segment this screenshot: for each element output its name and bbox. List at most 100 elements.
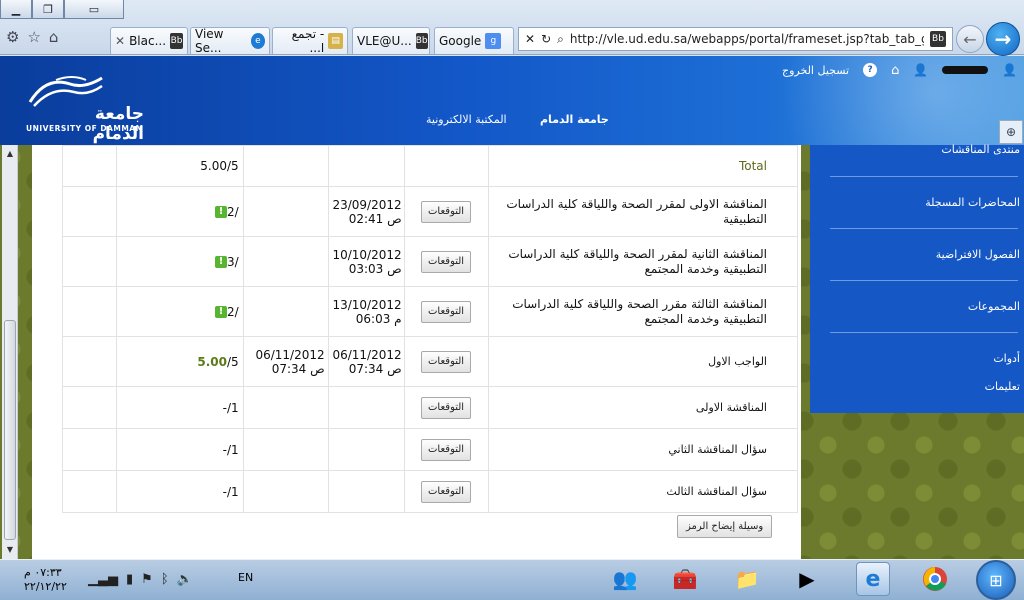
scrollbar-thumb[interactable] — [4, 320, 16, 540]
sidebar-item-recorded-lectures[interactable]: المحاضرات المسجلة — [925, 196, 1020, 209]
course-sidebar — [810, 145, 1024, 413]
file-explorer-icon[interactable]: 📁 — [730, 562, 764, 596]
user-avatar-icon[interactable]: 👤 — [913, 63, 928, 77]
system-tray: ▁▃▅ ▮ ⚑ ᛒ 🔈 — [88, 572, 193, 587]
table-row: -/1 التوقعات سؤال المناقشة الثاني — [62, 428, 799, 471]
scroll-down-icon[interactable]: ▼ — [5, 545, 15, 554]
start-button[interactable]: ⊞ — [976, 560, 1016, 600]
browser-command-icons: ⚙ ☆ ⌂ — [6, 28, 58, 46]
restore-icon[interactable]: ❐ — [32, 0, 64, 19]
grade-item-link[interactable]: المناقشة الاولى لمقرر الصحة واللياقة كلي… — [487, 186, 799, 237]
tab-label: VLE@U... — [357, 34, 412, 48]
tab-label: View Se... — [195, 27, 224, 55]
google-icon: g — [485, 33, 502, 49]
close-icon[interactable]: ▭ — [64, 0, 124, 19]
table-row: ! 2/ 13/10/2012 06:03 م التوقعات المناقشة … — [62, 286, 799, 337]
grade-item-link[interactable]: المناقشة الثالثة مقرر الصحة واللياقة كلي… — [487, 286, 799, 337]
vertical-scrollbar[interactable]: ▲ ▼ — [2, 145, 18, 559]
home-icon[interactable]: ⌂ — [49, 28, 59, 46]
minimize-icon[interactable]: ▁ — [0, 0, 32, 19]
battery-icon[interactable]: ▮ — [126, 572, 133, 587]
refresh-icon[interactable]: ↻ — [541, 32, 551, 46]
volume-icon[interactable]: 🔈 — [177, 572, 193, 587]
tab-label: Blac... — [129, 34, 167, 48]
expectations-button[interactable]: التوقعات — [421, 300, 472, 323]
table-row: -/1 التوقعات المناقشة الاولى — [62, 386, 799, 429]
tab-label: - تجمع ا... — [291, 27, 325, 55]
chrome-icon[interactable] — [918, 562, 952, 596]
table-row: -/1 التوقعات سؤال المناقشة الثالث — [62, 470, 799, 513]
browser-tab-4[interactable]: VLE@U... Bb — [352, 27, 430, 54]
help-icon[interactable]: ? — [863, 63, 878, 77]
stop-icon[interactable]: ✕ — [525, 32, 535, 46]
back-arrow-icon: ← — [963, 29, 977, 49]
browser-tab-1[interactable]: ✕ Blac... Bb — [110, 27, 188, 54]
toolbox-icon[interactable]: 🧰 — [668, 562, 702, 596]
search-icon[interactable]: ⌕ — [557, 32, 564, 47]
language-indicator[interactable]: EN — [238, 571, 253, 584]
logo-wave-icon — [28, 76, 103, 107]
activity-time: 06:03 م — [355, 311, 402, 326]
browser-tab-2[interactable]: View Se... e — [190, 27, 270, 55]
activity-time: 02:41 ص — [348, 211, 402, 226]
activity-date: 10/10/2012 — [332, 247, 402, 262]
browser-tab-3[interactable]: - تجمع ا... ▤ — [272, 27, 348, 55]
network-signal-icon[interactable]: ▁▃▅ — [88, 572, 118, 587]
home-icon[interactable]: ⌂ — [891, 63, 899, 78]
expectations-button[interactable]: التوقعات — [421, 438, 472, 461]
blackboard-icon: Bb — [930, 31, 946, 47]
nav-tab-university[interactable]: جامعة الدمام — [540, 113, 609, 126]
blackboard-icon: Bb — [415, 33, 428, 49]
submitted-time: 07:34 ص — [271, 361, 325, 376]
grade-score: 3/ — [226, 254, 239, 269]
table-row: ! 3/ 10/10/2012 03:03 ص التوقعات المناقشة … — [62, 236, 799, 287]
user-name[interactable] — [942, 66, 989, 74]
sidebar-item-tools[interactable]: أدوات — [993, 352, 1020, 365]
sidebar-divider — [830, 176, 1018, 177]
windows-logo-icon: ⊞ — [989, 570, 1003, 590]
top-user-menu: 👤 👤 ⌂ ? تسجيل الخروج — [782, 58, 1022, 82]
grade-item-link[interactable]: الواجب الاول — [487, 336, 799, 387]
action-center-flag-icon[interactable]: ⚑ — [141, 572, 153, 587]
close-tab-icon[interactable]: ✕ — [115, 34, 125, 48]
activity-date: 13/10/2012 — [332, 297, 402, 312]
address-url[interactable]: http://vle.ud.edu.sa/webapps/portal/fram… — [570, 32, 924, 46]
expectations-button[interactable]: التوقعات — [421, 250, 472, 273]
grade-score-max: /5 — [226, 354, 239, 369]
system-clock[interactable]: ٠٧:٣٣ م ٢٢/١٢/٢٢ — [24, 566, 76, 594]
expectations-button[interactable]: التوقعات — [421, 200, 472, 223]
sidebar-item-discussion-board[interactable]: منتدى المناقشات — [941, 143, 1020, 156]
internet-explorer-icon[interactable]: e — [856, 562, 890, 596]
sidebar-item-virtual-classes[interactable]: الفصول الافتراضية — [936, 248, 1020, 261]
grade-item-link[interactable]: سؤال المناقشة الثالث — [487, 470, 799, 513]
sidebar-item-groups[interactable]: المجموعات — [968, 300, 1020, 313]
bluetooth-icon[interactable]: ᛒ — [161, 572, 169, 587]
messenger-icon[interactable]: 👥 — [608, 562, 642, 596]
grade-item-link[interactable]: المناقشة الاولى — [487, 386, 799, 429]
sidebar-item-help[interactable]: تعليمات — [985, 380, 1020, 393]
icon-legend-button[interactable]: وسيلة إيضاح الرمز — [677, 515, 773, 538]
forward-button[interactable]: → — [986, 22, 1020, 56]
grade-item-link[interactable]: المناقشة الثانية لمقرر الصحة واللياقة كل… — [487, 236, 799, 287]
clock-date: ٢٢/١٢/٢٢ — [24, 580, 67, 593]
window-controls: ▁ ❐ ▭ — [0, 0, 124, 19]
activity-time: 03:03 ص — [348, 261, 402, 276]
grade-score-value: 5.00 — [197, 354, 227, 369]
media-player-icon[interactable]: ▶ — [790, 562, 824, 596]
scroll-up-icon[interactable]: ▲ — [5, 149, 15, 158]
star-icon[interactable]: ☆ — [27, 28, 40, 46]
expectations-button[interactable]: التوقعات — [421, 480, 472, 503]
grade-item-link[interactable]: سؤال المناقشة الثاني — [487, 428, 799, 471]
logout-link[interactable]: تسجيل الخروج — [782, 64, 849, 77]
gear-icon[interactable]: ⚙ — [6, 28, 19, 46]
expectations-button[interactable]: التوقعات — [421, 396, 472, 419]
expectations-button[interactable]: التوقعات — [421, 350, 472, 373]
browser-tab-5[interactable]: Google g — [434, 27, 514, 54]
back-button[interactable]: ← — [956, 25, 984, 53]
grade-score: 2/ — [226, 204, 239, 219]
address-bar[interactable]: ✕ ↻ ⌕ http://vle.ud.edu.sa/webapps/porta… — [518, 27, 953, 51]
expand-icon[interactable]: ⊕ — [999, 120, 1023, 144]
nav-tab-e-library[interactable]: المكتبة الالكترونية — [426, 113, 507, 126]
user-icon[interactable]: 👤 — [1002, 63, 1017, 77]
submitted-date: 06/11/2012 — [255, 347, 325, 362]
